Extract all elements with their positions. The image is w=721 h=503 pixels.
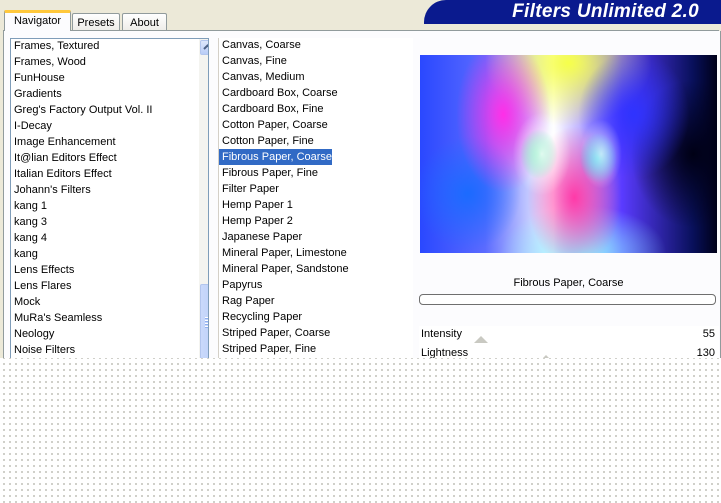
category-list-item[interactable]: Gradients (11, 86, 62, 102)
chevron-up-icon (203, 44, 208, 50)
scroll-grip-line (205, 323, 208, 325)
preview-image (420, 55, 717, 253)
filter-list-item[interactable]: Hemp Paper 1 (219, 197, 293, 213)
slider-thumb[interactable] (539, 355, 553, 358)
filter-list-item[interactable]: Striped Paper, Coarse (219, 325, 330, 341)
filter-list-item[interactable]: Recycling Paper (219, 309, 302, 325)
scroll-grip-line (205, 326, 208, 328)
category-list-item[interactable]: I-Decay (11, 118, 52, 134)
category-list-item[interactable]: It@lian Editors Effect (11, 150, 117, 166)
scroll-grip-line (205, 317, 208, 319)
slider-label: Intensity (421, 328, 462, 340)
slider-lightness[interactable]: Lightness 130 (419, 345, 719, 358)
filter-list-item[interactable]: Mineral Paper, Limestone (219, 245, 347, 261)
category-list-item[interactable]: FunHouse (11, 70, 65, 86)
slider-value: 55 (702, 328, 715, 340)
slider-value: 130 (696, 347, 715, 358)
category-list-item[interactable]: Noise Filters (11, 342, 75, 358)
filter-list-item[interactable]: Mineral Paper, Sandstone (219, 261, 349, 277)
category-list-item[interactable]: Italian Editors Effect (11, 166, 112, 182)
app-title: Filters Unlimited 2.0 (512, 1, 699, 22)
category-list-item[interactable]: Frames, Wood (11, 54, 86, 70)
filter-list-item[interactable]: Canvas, Coarse (219, 38, 301, 53)
progress-bar (419, 294, 716, 305)
category-scrollbar[interactable] (199, 39, 208, 358)
category-list-item[interactable]: Mock (11, 294, 40, 310)
category-list-item[interactable]: Johann's Filters (11, 182, 91, 198)
category-list-item[interactable]: kang 1 (11, 198, 47, 214)
category-list-item[interactable]: Neology (11, 326, 54, 342)
tab-navigator[interactable]: Navigator (4, 10, 71, 31)
category-list-item[interactable]: Lens Flares (11, 278, 71, 294)
category-list-item[interactable]: Frames, Textured (11, 39, 99, 54)
scroll-up-button[interactable] (200, 40, 208, 55)
filter-list-item[interactable]: Papyrus (219, 277, 262, 293)
filter-list-item[interactable]: Cotton Paper, Fine (219, 133, 314, 149)
scroll-grip-line (205, 320, 208, 322)
slider-label: Lightness (421, 347, 469, 358)
parameter-sliders: Intensity 55 Lightness 130 (419, 326, 719, 358)
category-list-item[interactable]: kang (11, 246, 38, 262)
category-list[interactable]: Frames, Textured Frames, Wood FunHouse Grad… (10, 38, 209, 358)
slider-thumb[interactable] (474, 336, 488, 343)
filter-list-item[interactable]: Striped Paper, Fine (219, 341, 316, 357)
title-banner: Filters Unlimited 2.0 (424, 0, 721, 24)
category-list-item[interactable]: kang 4 (11, 230, 47, 246)
category-list-item[interactable]: Image Enhancement (11, 134, 116, 150)
category-list-item[interactable]: Greg's Factory Output Vol. II (11, 102, 152, 118)
filter-list-item[interactable]: Fibrous Paper, Fine (219, 165, 318, 181)
scrollbar-thumb[interactable] (200, 284, 208, 358)
category-list-item[interactable]: kang 3 (11, 214, 47, 230)
filter-list-item[interactable]: Cardboard Box, Fine (219, 101, 324, 117)
filter-list-item[interactable]: Cotton Paper, Coarse (219, 117, 328, 133)
preview-filter-name: Fibrous Paper, Coarse (513, 277, 624, 289)
filter-list-item[interactable]: Filter Paper (219, 181, 279, 197)
filter-list[interactable]: Canvas, Coarse Canvas, Fine Canvas, Medium… (218, 38, 413, 358)
filter-list-item[interactable]: Fibrous Paper, Coarse (219, 149, 333, 165)
filter-list-item[interactable]: Cardboard Box, Coarse (219, 85, 338, 101)
slider-intensity[interactable]: Intensity 55 (419, 326, 719, 343)
filter-list-item[interactable]: Canvas, Fine (219, 53, 287, 69)
filter-list-item[interactable]: Japanese Paper (219, 229, 302, 245)
filter-list-item[interactable]: Canvas, Medium (219, 69, 305, 85)
filter-list-item[interactable]: Hemp Paper 2 (219, 213, 293, 229)
filter-list-item[interactable]: Rag Paper (219, 293, 275, 309)
category-list-item[interactable]: MuRa's Seamless (11, 310, 102, 326)
category-list-item[interactable]: Lens Effects (11, 262, 74, 278)
filters-unlimited-window: Navigator Presets About Filters Unlimite… (0, 0, 721, 358)
